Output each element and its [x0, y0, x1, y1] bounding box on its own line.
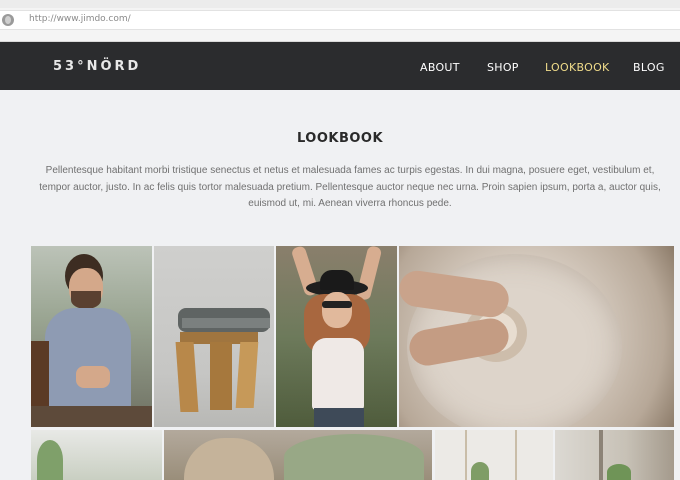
globe-icon	[2, 14, 14, 26]
photo-floor	[31, 406, 152, 427]
photo-succulent	[284, 434, 424, 480]
photo-plant	[471, 462, 489, 480]
page-description: Pellentesque habitant morbi tristique se…	[39, 165, 661, 209]
photo-beard	[71, 291, 101, 309]
photo-window-frame	[599, 430, 603, 480]
photo-rope	[515, 430, 517, 480]
photo-rope	[465, 430, 467, 480]
photo-hands	[76, 366, 110, 388]
gallery-image-succulents[interactable]	[164, 430, 432, 480]
photo-hat-crown	[320, 270, 354, 290]
page-title: LOOKBOOK	[296, 131, 384, 146]
nav-item-lookbook[interactable]: LOOKBOOK	[545, 61, 610, 74]
photo-stool-leg	[235, 342, 259, 408]
photo-stool-leg	[210, 342, 232, 410]
nav-item-about[interactable]: ABOUT	[420, 61, 460, 74]
browser-address-bar: http://www.jimdo.com/	[0, 0, 680, 42]
nav-item-shop[interactable]: SHOP	[487, 61, 519, 74]
browser-toolbar-strip	[0, 0, 680, 8]
site-header: 53°NÖRD ABOUT SHOP LOOKBOOK BLOG	[0, 42, 680, 90]
site-logo[interactable]: 53°NÖRD	[53, 59, 141, 74]
photo-basket	[184, 438, 274, 480]
url-text[interactable]: http://www.jimdo.com/	[29, 14, 131, 24]
photo-shirt	[45, 308, 131, 413]
gallery-image-hanging-planters[interactable]	[435, 430, 553, 480]
photo-stool-leg	[175, 342, 199, 412]
photo-top	[312, 338, 364, 410]
gallery-image-man-with-phone[interactable]	[31, 246, 152, 427]
gallery-image-stool[interactable]	[154, 246, 274, 427]
gallery-image-window[interactable]	[555, 430, 674, 480]
gallery-image-pottery[interactable]	[399, 246, 674, 427]
gallery-image-woman-hat[interactable]	[276, 246, 397, 427]
url-field[interactable]: http://www.jimdo.com/	[0, 10, 680, 30]
photo-blanket-fold	[182, 318, 270, 328]
photo-jeans	[314, 408, 364, 427]
photo-face	[322, 292, 352, 328]
nav-item-blog[interactable]: BLOG	[633, 61, 665, 74]
photo-sunglasses	[322, 301, 352, 308]
photo-plant	[37, 440, 63, 480]
photo-plant	[607, 464, 631, 480]
gallery-image-plants[interactable]	[31, 430, 162, 480]
